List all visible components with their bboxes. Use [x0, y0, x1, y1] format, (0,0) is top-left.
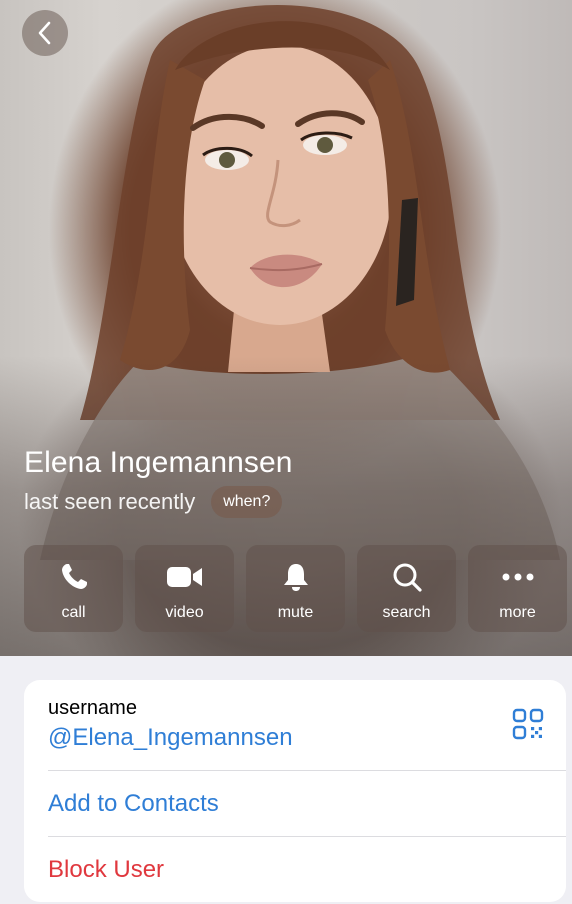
more-label: more — [499, 604, 536, 621]
call-label: call — [61, 604, 86, 621]
video-button[interactable]: video — [135, 545, 234, 632]
info-card: username @Elena_Ingemannsen Add to Conta… — [24, 680, 566, 902]
more-dots-icon — [500, 561, 536, 593]
when-button[interactable]: when? — [211, 486, 283, 518]
video-label: video — [165, 604, 204, 621]
username-row[interactable]: username @Elena_Ingemannsen — [24, 680, 566, 770]
contact-name: Elena Ingemannsen — [24, 446, 293, 479]
username-label: username — [48, 697, 137, 719]
block-user-button[interactable]: Block User — [24, 837, 566, 902]
status-row: last seen recently when? — [24, 486, 283, 518]
add-to-contacts-button[interactable]: Add to Contacts — [24, 771, 566, 836]
search-button[interactable]: search — [357, 545, 456, 632]
search-icon — [391, 561, 423, 593]
qr-code-icon[interactable] — [512, 708, 544, 740]
video-camera-icon — [165, 561, 205, 593]
chevron-left-icon — [38, 21, 51, 45]
mute-label: mute — [277, 604, 314, 621]
search-label: search — [382, 604, 431, 621]
back-button[interactable] — [22, 10, 68, 56]
username-value[interactable]: @Elena_Ingemannsen — [48, 724, 542, 752]
phone-icon — [58, 561, 90, 593]
last-seen-status: last seen recently — [24, 489, 196, 514]
call-button[interactable]: call — [24, 545, 123, 632]
more-button[interactable]: more — [468, 545, 567, 632]
mute-button[interactable]: mute — [246, 545, 345, 632]
bell-icon — [280, 561, 312, 593]
action-bar: call video mute search more — [24, 545, 567, 632]
